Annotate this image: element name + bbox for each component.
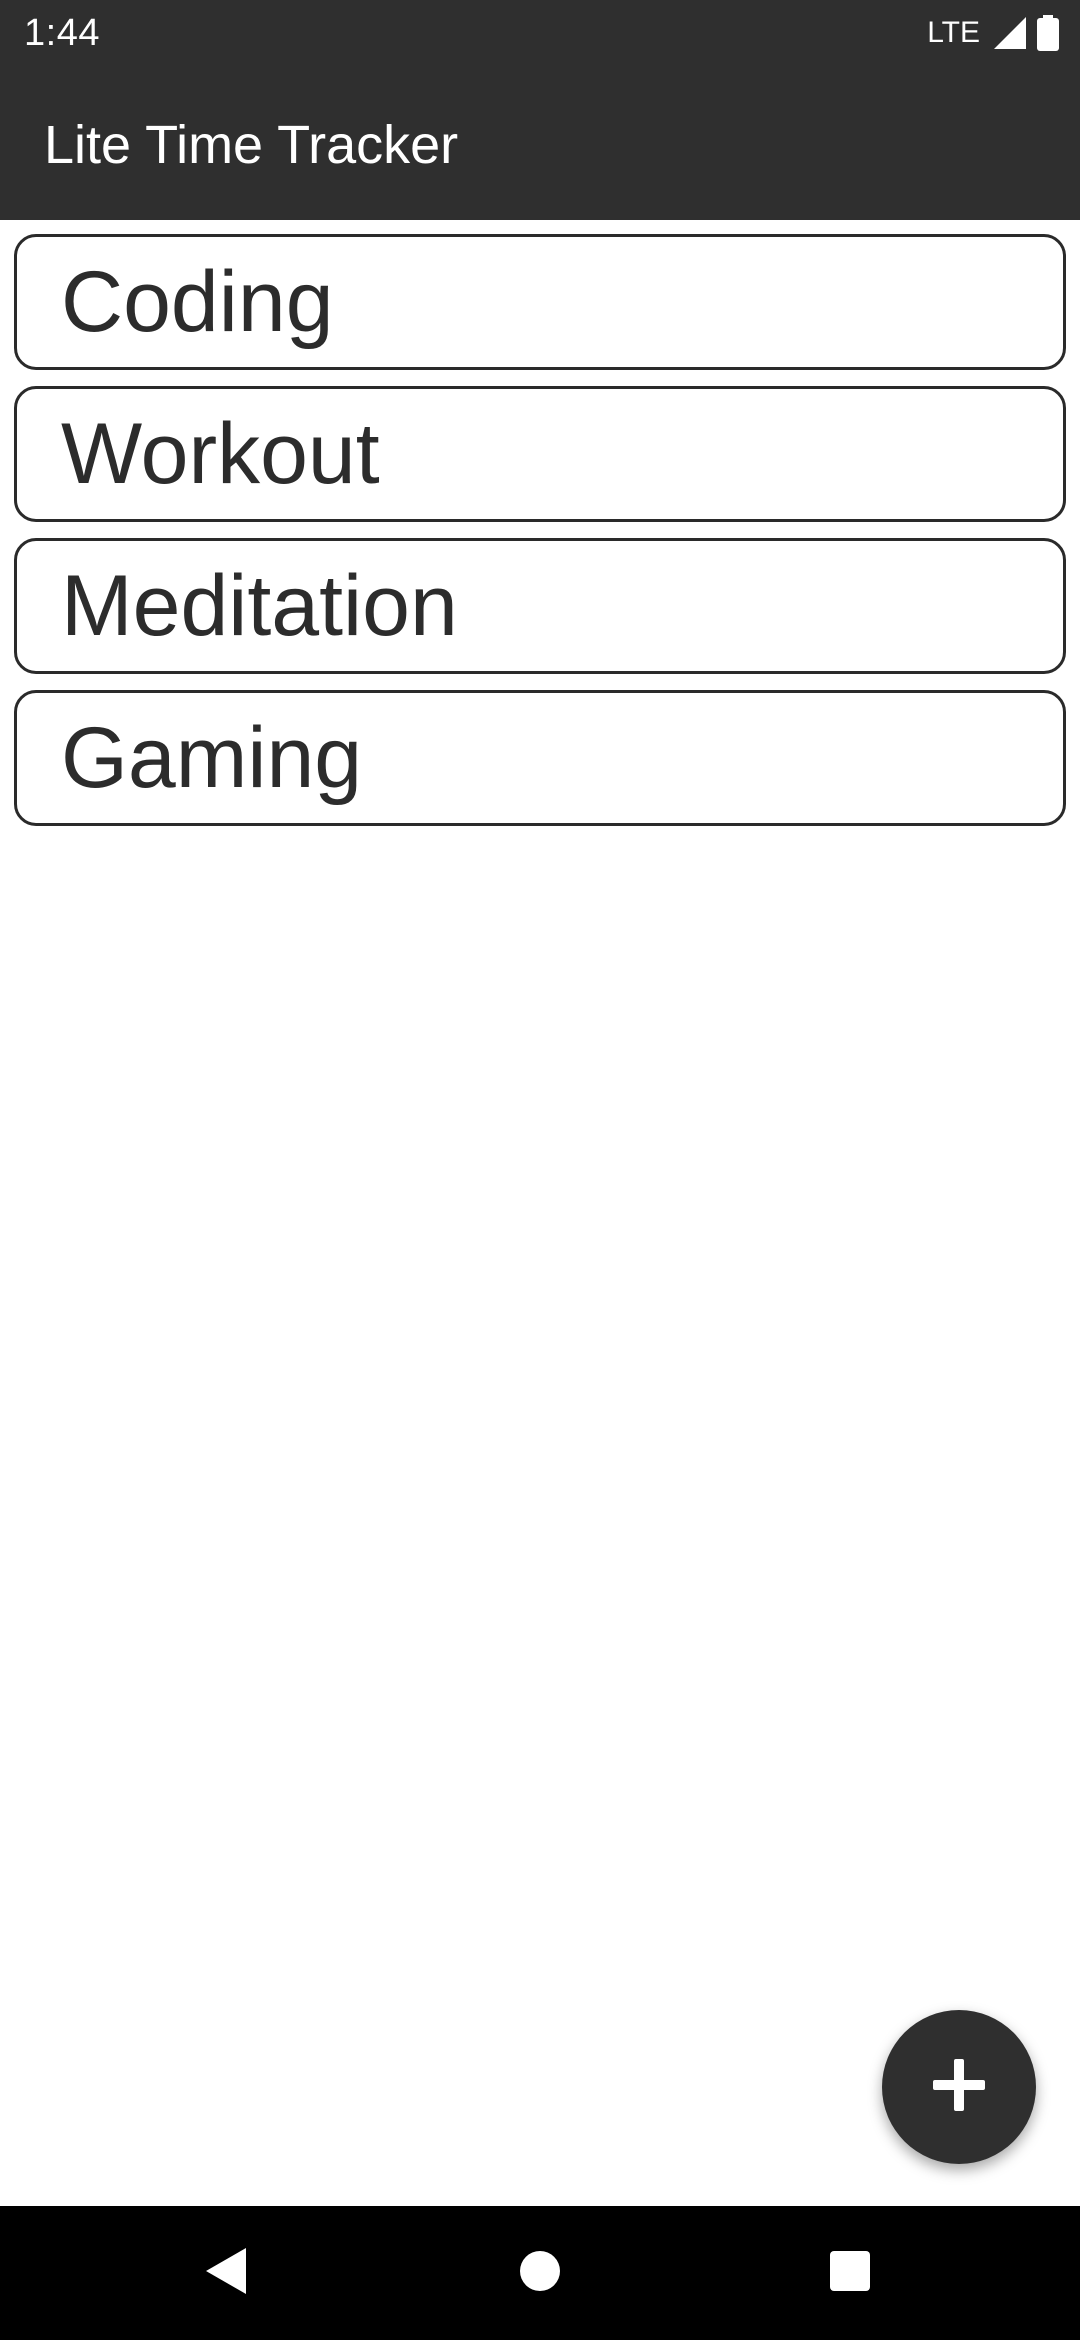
battery-icon (1036, 15, 1060, 51)
activity-item-coding[interactable]: Coding (14, 234, 1066, 370)
status-time: 1:44 (24, 12, 100, 54)
activity-item-label: Workout (61, 406, 380, 502)
status-bar: 1:44 LTE (0, 0, 1080, 66)
screen: 1:44 LTE Lite Time Tracker Coding Workou… (0, 0, 1080, 2340)
activity-item-label: Coding (61, 254, 334, 350)
activity-item-meditation[interactable]: Meditation (14, 538, 1066, 674)
activity-item-workout[interactable]: Workout (14, 386, 1066, 522)
home-icon (519, 2250, 561, 2297)
add-activity-button[interactable] (882, 2010, 1036, 2164)
network-type: LTE (927, 16, 980, 49)
status-indicators: LTE (927, 14, 1060, 52)
activity-list: Coding Workout Meditation Gaming (14, 234, 1066, 842)
recents-button[interactable] (790, 2206, 910, 2340)
back-button[interactable] (166, 2206, 286, 2340)
recents-icon (829, 2250, 871, 2297)
app-title: Lite Time Tracker (44, 115, 459, 175)
navigation-bar (0, 2206, 1080, 2340)
plus-icon (929, 2055, 989, 2120)
app-bar: Lite Time Tracker (0, 66, 1080, 220)
back-icon (204, 2246, 248, 2301)
activity-item-label: Gaming (61, 710, 363, 806)
signal-icon (992, 15, 1028, 51)
activity-item-gaming[interactable]: Gaming (14, 690, 1066, 826)
activity-item-label: Meditation (61, 558, 458, 654)
home-button[interactable] (480, 2206, 600, 2340)
